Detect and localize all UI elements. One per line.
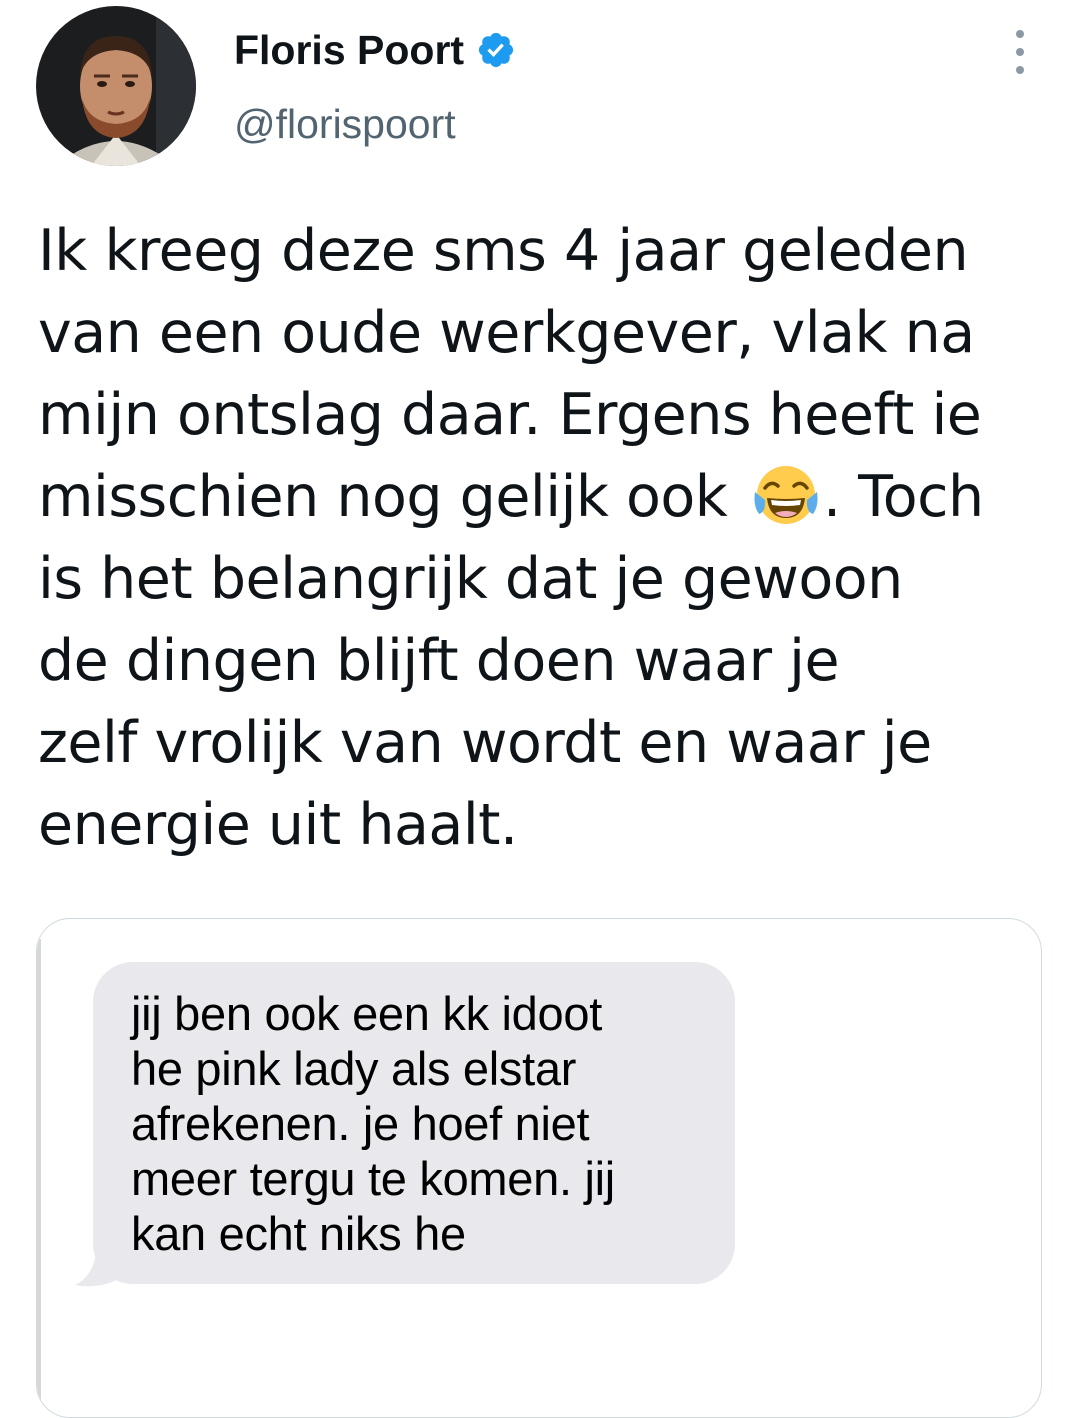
tweet-line: van een oude werkgever, vlak na <box>38 300 975 366</box>
sms-message-line: kan echt niks he <box>131 1207 466 1260</box>
avatar-image <box>36 6 196 166</box>
sms-message-bubble: jij ben ook een kk idoot he pink lady al… <box>93 962 735 1284</box>
tweet-line: Ik kreeg deze sms 4 jaar geleden <box>38 218 969 284</box>
tweet-line: mijn ontslag daar. Ergens heeft ie <box>38 382 982 448</box>
more-dot <box>1016 66 1024 74</box>
tweet-line-part: . Toch <box>822 464 984 530</box>
author-name-text: Floris Poort <box>234 27 465 73</box>
tweet-media[interactable]: jij ben ook een kk idoot he pink lady al… <box>36 918 1042 1418</box>
sms-message-line: meer tergu te komen. jij <box>131 1152 615 1205</box>
more-dot <box>1016 48 1024 56</box>
tweet-line-with-emoji: misschien nog gelijk ook . Toch <box>38 456 1068 538</box>
tweet-line-part: misschien nog gelijk ook <box>38 464 728 530</box>
sms-message-line: jij ben ook een kk idoot <box>131 987 602 1040</box>
avatar[interactable] <box>36 6 196 166</box>
more-options-icon[interactable] <box>1000 30 1040 74</box>
tweet-line: zelf vrolijk van wordt en waar je <box>38 710 932 776</box>
media-edge <box>37 939 41 1399</box>
tweet-line: energie uit haalt. <box>38 792 518 858</box>
verified-badge-icon <box>478 32 514 68</box>
author-handle[interactable]: @florispoort <box>234 100 456 148</box>
more-dot <box>1016 30 1024 38</box>
tweet-line: is het belangrijk dat je gewoon <box>38 546 903 612</box>
sms-message-line: he pink lady als elstar <box>131 1042 577 1095</box>
sms-message-line: afrekenen. je hoef niet <box>131 1097 590 1150</box>
tweet-line: de dingen blijft doen waar je <box>38 628 840 694</box>
author-display-name[interactable]: Floris Poort <box>234 26 516 74</box>
face-with-tears-of-joy-icon <box>754 466 818 524</box>
tweet-text: Ik kreeg deze sms 4 jaar geleden van een… <box>38 210 1068 866</box>
